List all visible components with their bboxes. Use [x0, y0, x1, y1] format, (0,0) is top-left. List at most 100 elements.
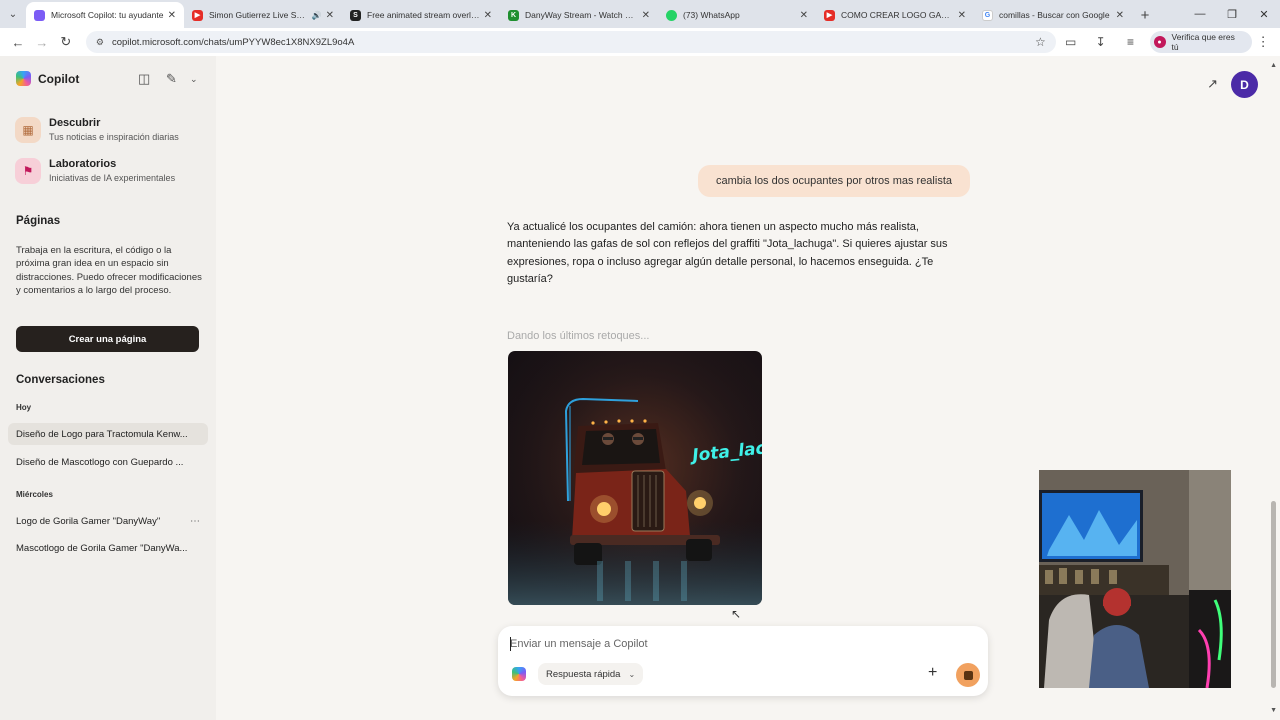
- more-options-icon[interactable]: ⋯: [190, 516, 200, 527]
- day-heading: Hoy: [16, 403, 32, 412]
- window-controls: — ❐ ✕: [1184, 0, 1280, 28]
- tab-google-search[interactable]: G comillas - Buscar con Google ✕: [974, 2, 1132, 28]
- close-icon[interactable]: ✕: [800, 10, 808, 21]
- conversation-item[interactable]: Diseño de Logo para Tractomula Kenw...: [8, 423, 208, 445]
- browser-tab-bar: ⌄ Microsoft Copilot: tu ayudante ✕ ▶ Sim…: [0, 0, 1280, 28]
- user-message: cambia los dos ocupantes por otros mas r…: [698, 165, 970, 197]
- media-queue-icon[interactable]: ≡: [1116, 30, 1146, 54]
- tab-title: Simon Gutierrez Live Set - Y: [209, 10, 309, 20]
- stop-generation-button[interactable]: [956, 663, 980, 687]
- scroll-up-icon[interactable]: ▲: [1270, 62, 1277, 69]
- add-attachment-icon[interactable]: +: [928, 664, 937, 682]
- youtube-favicon-icon: ▶: [824, 9, 835, 21]
- copilot-logo-icon: [512, 667, 526, 681]
- tab-whatsapp[interactable]: (73) WhatsApp ✕: [658, 2, 816, 28]
- close-icon[interactable]: ✕: [1116, 10, 1124, 21]
- google-favicon-icon: G: [982, 9, 993, 21]
- close-icon[interactable]: ✕: [168, 10, 176, 21]
- scrollbar-thumb[interactable]: [1271, 501, 1276, 688]
- forward-arrow-icon[interactable]: →: [30, 30, 54, 54]
- flask-icon: ⚑: [15, 158, 41, 184]
- youtube-favicon-icon: ▶: [192, 9, 203, 21]
- stop-icon: [963, 670, 973, 680]
- conversation-item[interactable]: Mascotlogo de Gorila Gamer "DanyWa...: [8, 537, 208, 559]
- truck-illustration: Jota_lachuga: [508, 351, 762, 605]
- restore-icon[interactable]: ❐: [1216, 0, 1248, 28]
- tab-title: Free animated stream overlays: [367, 10, 480, 20]
- generation-status: Dando los últimos retoques...: [507, 330, 650, 342]
- nav-subtitle: Iniciativas de IA experimentales: [49, 173, 176, 183]
- response-mode-dropdown[interactable]: Respuesta rápida ⌄: [538, 663, 644, 685]
- tab-stream-overlays[interactable]: S Free animated stream overlays ✕: [342, 2, 500, 28]
- tab-kick-stream[interactable]: K DanyWay Stream - Watch Live ✕: [500, 2, 658, 28]
- reload-icon[interactable]: ↻: [54, 30, 78, 54]
- new-tab-button[interactable]: +: [1132, 2, 1158, 28]
- conversation-item[interactable]: Logo de Gorila Gamer "DanyWay" ⋯: [8, 510, 208, 532]
- close-window-icon[interactable]: ✕: [1248, 0, 1280, 28]
- close-icon[interactable]: ✕: [958, 10, 966, 21]
- day-heading: Miércoles: [16, 490, 53, 499]
- sidebar: Copilot ◫ ✎ ⌄ ▦ Descubrir Tus noticias e…: [0, 56, 216, 720]
- mouse-cursor-icon: ↖: [731, 607, 742, 621]
- generated-image[interactable]: Jota_lachuga: [508, 351, 762, 605]
- close-icon[interactable]: ✕: [484, 10, 492, 21]
- url-text: copilot.microsoft.com/chats/umPYYW8ec1X8…: [111, 36, 355, 48]
- pages-heading: Páginas: [16, 215, 61, 227]
- text-caret: [510, 637, 511, 651]
- tab-title: Microsoft Copilot: tu ayudante: [51, 10, 164, 20]
- tab-title: DanyWay Stream - Watch Live: [525, 10, 638, 20]
- conversation-title: Diseño de Logo para Tractomula Kenw...: [16, 428, 188, 440]
- whatsapp-favicon-icon: [666, 9, 677, 21]
- tab-title: COMO CREAR LOGO GAMER P: [841, 10, 954, 20]
- copilot-logo-icon: [16, 71, 31, 86]
- brand[interactable]: Copilot: [16, 71, 79, 86]
- chevron-down-icon: ⌄: [628, 669, 636, 679]
- back-arrow-icon[interactable]: ←: [6, 30, 30, 54]
- tab-title: (73) WhatsApp: [683, 10, 740, 20]
- avatar[interactable]: D: [1231, 71, 1258, 98]
- brand-name: Copilot: [38, 71, 80, 86]
- chevron-down-icon[interactable]: ⌄: [190, 74, 198, 85]
- nav-subtitle: Tus noticias e inspiración diarias: [49, 132, 179, 142]
- tab-youtube-live[interactable]: ▶ Simon Gutierrez Live Set - Y 🔊 ✕: [184, 2, 342, 28]
- minimize-icon[interactable]: —: [1184, 0, 1216, 28]
- extensions-icon[interactable]: ▭: [1056, 30, 1086, 54]
- speaker-icon[interactable]: 🔊: [312, 11, 322, 20]
- response-mode-label: Respuesta rápida: [546, 668, 621, 680]
- tab-youtube-logo[interactable]: ▶ COMO CREAR LOGO GAMER P ✕: [816, 2, 974, 28]
- close-icon[interactable]: ✕: [326, 10, 334, 21]
- pages-description: Trabaja en la escritura, el código o la …: [16, 245, 202, 296]
- assistant-message: Ya actualicé los ocupantes del camión: a…: [507, 221, 948, 285]
- webcam-scene: [1039, 470, 1231, 688]
- profile-badge-icon: ●: [1153, 36, 1166, 48]
- conversation-title: Diseño de Mascotlogo con Guepardo ...: [16, 456, 184, 468]
- bookmark-star-icon[interactable]: ☆: [1035, 35, 1046, 49]
- new-chat-icon[interactable]: ✎: [166, 71, 177, 87]
- browser-menu-icon[interactable]: ⋮: [1252, 34, 1274, 50]
- copilot-favicon-icon: [34, 9, 45, 21]
- message-input[interactable]: [510, 636, 950, 652]
- site-favicon-icon: S: [350, 9, 361, 21]
- sidebar-item-descubrir[interactable]: ▦ Descubrir Tus noticias e inspiración d…: [15, 117, 179, 144]
- share-icon[interactable]: ↗: [1207, 76, 1218, 92]
- sidebar-item-laboratorios[interactable]: ⚑ Laboratorios Iniciativas de IA experim…: [15, 158, 175, 185]
- profile-chip[interactable]: ● Verifica que eres tú: [1149, 31, 1253, 53]
- sidebar-toggle-icon[interactable]: ◫: [138, 71, 150, 87]
- create-page-button[interactable]: Crear una página: [16, 326, 199, 352]
- conversation-item[interactable]: Diseño de Mascotlogo con Guepardo ...: [8, 451, 208, 473]
- conversation-title: Logo de Gorila Gamer "DanyWay": [16, 515, 161, 527]
- site-settings-icon[interactable]: ⚙: [96, 37, 104, 48]
- browser-toolbar: ← → ↻ ⚙ copilot.microsoft.com/chats/umPY…: [0, 28, 1280, 56]
- close-icon[interactable]: ✕: [642, 10, 650, 21]
- conversations-heading: Conversaciones: [16, 374, 105, 386]
- tab-search-icon[interactable]: ⌄: [0, 0, 26, 28]
- webcam-overlay: [1039, 470, 1231, 688]
- download-icon[interactable]: ↧: [1086, 30, 1116, 54]
- tab-copilot[interactable]: Microsoft Copilot: tu ayudante ✕: [26, 2, 184, 28]
- tab-title: comillas - Buscar con Google: [999, 10, 1110, 20]
- address-bar[interactable]: ⚙ copilot.microsoft.com/chats/umPYYW8ec1…: [85, 31, 1056, 53]
- conversation-title: Mascotlogo de Gorila Gamer "DanyWa...: [16, 542, 188, 554]
- nav-title: Descubrir: [49, 117, 101, 129]
- kick-favicon-icon: K: [508, 9, 519, 21]
- scroll-down-icon[interactable]: ▼: [1270, 707, 1277, 714]
